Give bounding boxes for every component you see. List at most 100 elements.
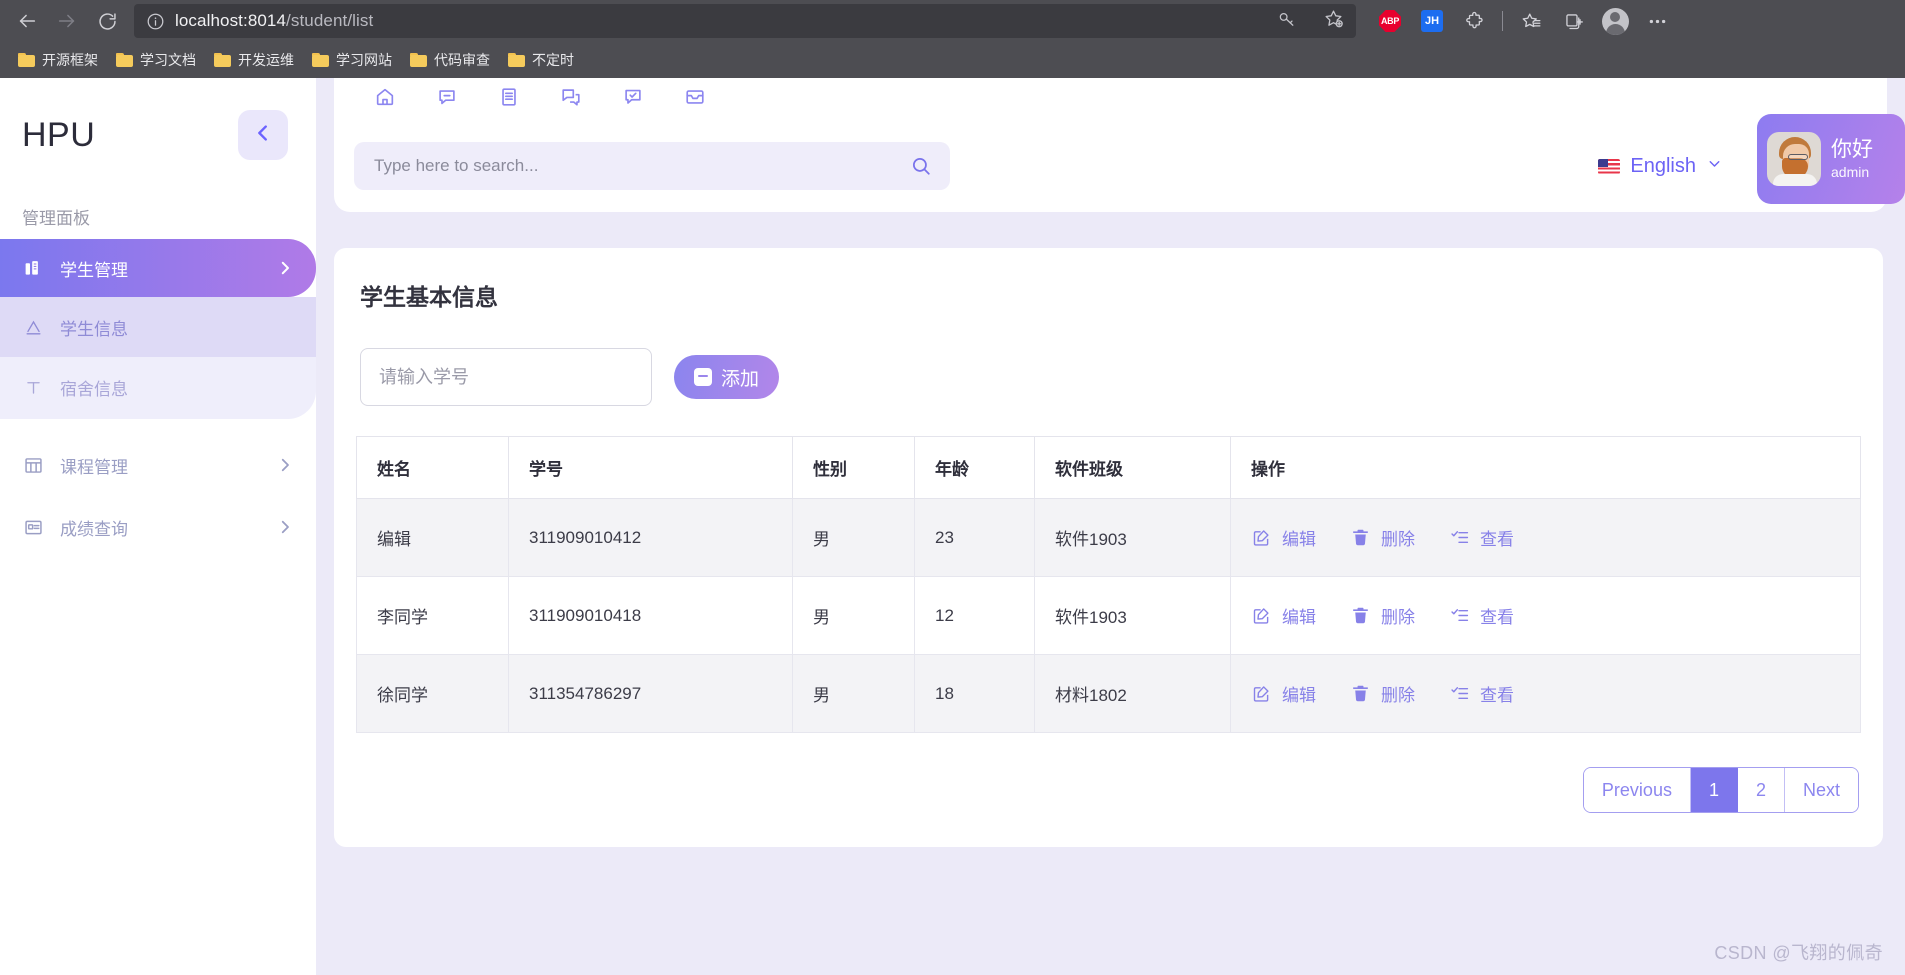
abp-badge-label: ABP: [1379, 10, 1401, 32]
favorites-list-icon[interactable]: [1513, 3, 1549, 39]
view-action[interactable]: 查看: [1449, 525, 1514, 550]
address-bar[interactable]: localhost:8014/student/list: [134, 4, 1356, 38]
sidebar: HPU 管理面板 学生管理: [0, 78, 316, 975]
trash-icon: [1350, 527, 1371, 548]
edit-action[interactable]: 编辑: [1251, 603, 1316, 628]
collections-icon[interactable]: [1555, 3, 1591, 39]
chevron-right-icon: [276, 518, 294, 536]
abp-extension-icon[interactable]: ABP: [1372, 3, 1408, 39]
tab-message[interactable]: [416, 78, 478, 120]
extensions-puzzle-icon[interactable]: [1456, 3, 1492, 39]
folder-icon: [18, 53, 35, 67]
chat-double-icon: [560, 86, 582, 113]
delete-action[interactable]: 删除: [1350, 681, 1415, 706]
column-header-age: 年龄: [915, 437, 1035, 499]
url-host: localhost:8014: [175, 11, 286, 30]
bookmark-item[interactable]: 学习文档: [108, 46, 204, 74]
delete-action[interactable]: 删除: [1350, 525, 1415, 550]
sidebar-section-label: 管理面板: [0, 160, 316, 239]
sidebar-item-grade-query[interactable]: 成绩查询: [0, 499, 316, 555]
pagination-next[interactable]: Next: [1785, 768, 1858, 812]
cell-age: 18: [915, 655, 1035, 733]
edit-action[interactable]: 编辑: [1251, 525, 1316, 550]
global-search[interactable]: [354, 142, 950, 190]
tab-chats[interactable]: [540, 78, 602, 120]
table-body: 编辑 311909010412 男 23 软件1903 编辑: [357, 499, 1861, 733]
jh-extension-icon[interactable]: JH: [1414, 3, 1450, 39]
add-button[interactable]: 添加: [674, 355, 779, 399]
folder-icon: [410, 53, 427, 67]
folder-icon: [116, 53, 133, 67]
checklist-icon: [1449, 527, 1470, 548]
column-header-name: 姓名: [357, 437, 509, 499]
table-row: 编辑 311909010412 男 23 软件1903 编辑: [357, 499, 1861, 577]
edit-action-label: 编辑: [1282, 681, 1316, 706]
header-right: English 你好 admin: [1598, 128, 1887, 204]
pagination-page-2[interactable]: 2: [1738, 768, 1785, 812]
chat-check-icon: [622, 86, 644, 113]
bookmark-item[interactable]: 学习网站: [304, 46, 400, 74]
table-header-row: 姓名 学号 性别 年龄 软件班级 操作: [357, 437, 1861, 499]
edit-action-label: 编辑: [1282, 525, 1316, 550]
delete-action-label: 删除: [1381, 681, 1415, 706]
chevron-right-icon: [276, 259, 294, 277]
sidebar-collapse-button[interactable]: [238, 110, 288, 160]
more-options-icon[interactable]: [1639, 3, 1675, 39]
bookmark-item[interactable]: 不定时: [500, 46, 582, 74]
view-action[interactable]: 查看: [1449, 603, 1514, 628]
delete-action[interactable]: 删除: [1350, 603, 1415, 628]
students-table: 姓名 学号 性别 年龄 软件班级 操作 编辑 311909010412 男 23: [356, 436, 1861, 733]
tab-inbox[interactable]: [664, 78, 726, 120]
sidebar-item-label: 学生管理: [60, 256, 260, 281]
trash-icon: [1350, 605, 1371, 626]
add-favorite-icon[interactable]: [1323, 8, 1344, 34]
letter-t-icon: [22, 378, 44, 397]
sidebar-item-course-management[interactable]: 课程管理: [0, 437, 316, 493]
forward-arrow-icon[interactable]: [48, 2, 86, 40]
password-key-icon[interactable]: [1277, 9, 1297, 34]
cell-gender: 男: [793, 499, 915, 577]
search-input[interactable]: [372, 155, 910, 177]
tab-home[interactable]: [354, 78, 416, 120]
table-row: 徐同学 311354786297 男 18 材料1802 编: [357, 655, 1861, 733]
bookmark-item[interactable]: 开源框架: [10, 46, 106, 74]
tab-approved[interactable]: [602, 78, 664, 120]
id-card-icon: [22, 517, 44, 538]
edit-action-label: 编辑: [1282, 603, 1316, 628]
student-id-input[interactable]: [360, 348, 652, 406]
sidebar-item-student-info[interactable]: 学生信息: [0, 297, 316, 357]
language-selector[interactable]: English: [1598, 155, 1723, 178]
pager-group: Previous 1 2 Next: [1583, 767, 1859, 813]
cell-name: 编辑: [357, 499, 509, 577]
sidebar-item-dorm-info[interactable]: 宿舍信息: [0, 357, 316, 417]
pagination-page-1[interactable]: 1: [1691, 768, 1738, 812]
bookmark-label: 不定时: [532, 50, 574, 70]
chevron-right-icon: [276, 456, 294, 474]
browser-toolbar: localhost:8014/student/list ABP JH: [0, 0, 1905, 42]
main-content: English 你好 admin: [316, 78, 1905, 975]
edit-action[interactable]: 编辑: [1251, 681, 1316, 706]
app-header: English 你好 admin: [334, 78, 1887, 212]
letter-a-icon: [22, 318, 44, 337]
browser-profile-icon[interactable]: [1597, 3, 1633, 39]
add-button-label: 添加: [721, 364, 759, 391]
cell-name: 李同学: [357, 577, 509, 655]
bookmark-item[interactable]: 代码审查: [402, 46, 498, 74]
bookmark-item[interactable]: 开发运维: [206, 46, 302, 74]
reload-icon[interactable]: [88, 2, 126, 40]
sidebar-item-student-management[interactable]: 学生管理: [0, 239, 316, 297]
watermark: CSDN @飞翔的佩奇: [1714, 939, 1883, 965]
user-profile-card[interactable]: 你好 admin: [1757, 114, 1905, 204]
header-main-row: English 你好 admin: [334, 120, 1887, 212]
cell-student-id: 311909010412: [509, 499, 793, 577]
back-arrow-icon[interactable]: [8, 2, 46, 40]
pagination: Previous 1 2 Next: [356, 767, 1859, 813]
language-label: English: [1630, 155, 1696, 178]
site-info-icon[interactable]: [146, 12, 165, 31]
cell-student-id: 311909010418: [509, 577, 793, 655]
pagination-previous[interactable]: Previous: [1584, 768, 1691, 812]
view-action[interactable]: 查看: [1449, 681, 1514, 706]
cell-age: 23: [915, 499, 1035, 577]
search-icon[interactable]: [910, 155, 932, 177]
tab-document[interactable]: [478, 78, 540, 120]
